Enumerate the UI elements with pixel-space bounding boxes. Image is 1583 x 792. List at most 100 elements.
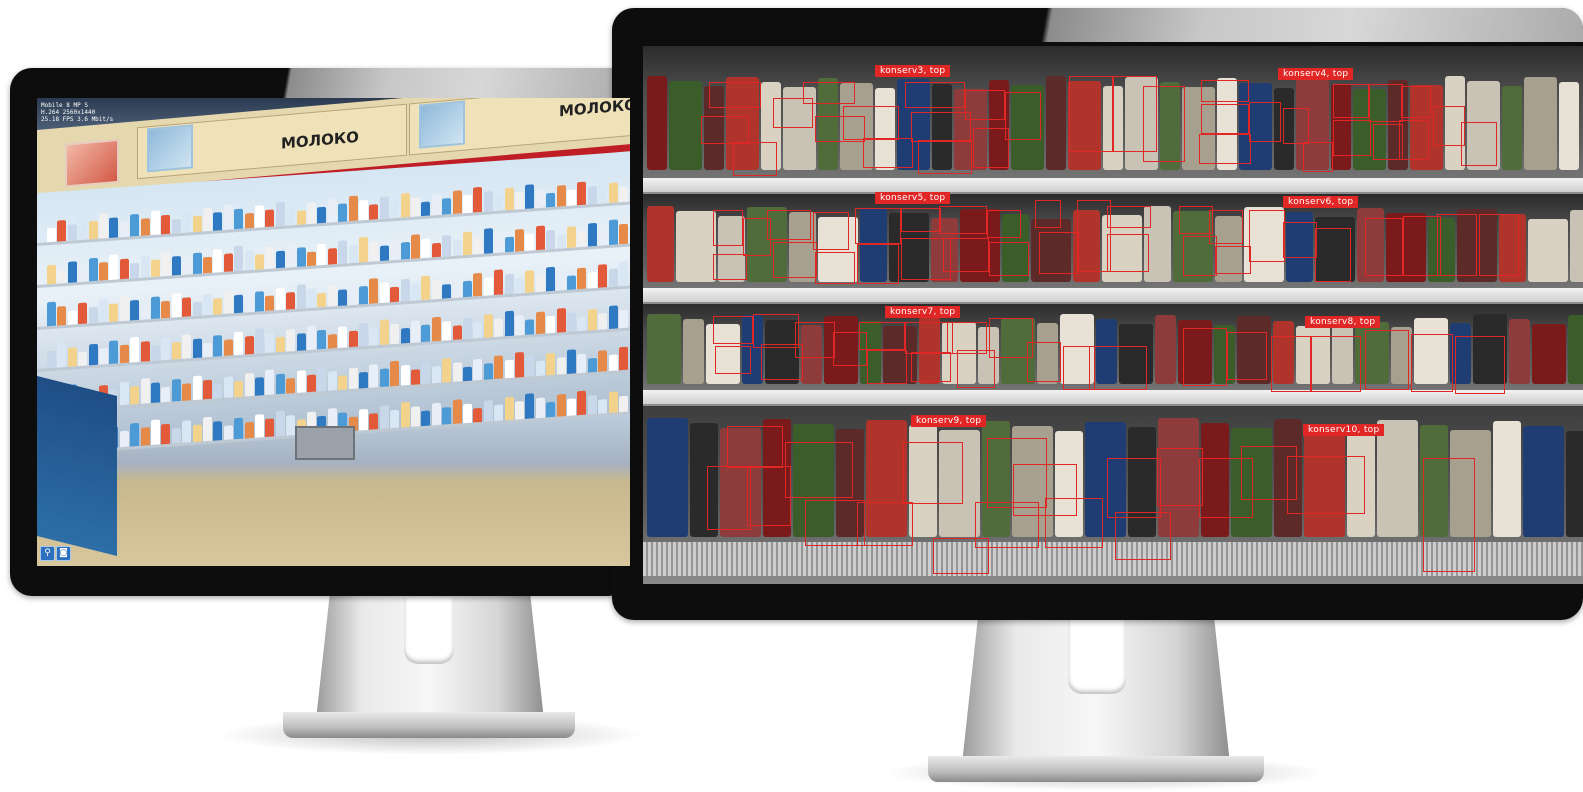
product-item — [431, 279, 441, 300]
right-detection-feed[interactable]: konserv3, top konserv4, top konserv5, to… — [643, 46, 1583, 584]
product-item — [390, 200, 400, 219]
product-item — [307, 251, 316, 267]
detection-box — [1107, 206, 1151, 228]
product-item — [546, 229, 556, 250]
product-item — [307, 374, 316, 393]
shelf-product — [676, 211, 716, 282]
detection-box — [1249, 102, 1281, 142]
product-item — [338, 203, 348, 222]
product-item — [119, 295, 129, 322]
product-item — [119, 258, 129, 280]
detection-label-konserv3: konserv3, top — [875, 65, 951, 77]
product-item — [88, 343, 98, 366]
product-item — [525, 184, 535, 209]
detection-box — [1249, 210, 1285, 262]
product-item — [535, 311, 545, 335]
camera-icon[interactable]: ◙ — [56, 546, 71, 561]
product-item — [442, 235, 452, 257]
product-item — [234, 208, 244, 230]
product-item — [78, 265, 88, 283]
product-item — [379, 196, 389, 220]
product-item — [109, 340, 119, 364]
product-item — [151, 345, 160, 362]
product-item — [47, 301, 56, 327]
product-item — [223, 376, 233, 398]
detection-box — [1183, 328, 1227, 386]
product-item — [515, 277, 524, 294]
product-item — [255, 377, 264, 396]
detection-box — [1283, 222, 1317, 258]
product-item — [140, 341, 150, 362]
shelf-product — [1046, 76, 1066, 170]
product-item — [598, 350, 608, 372]
detection-box — [1437, 214, 1477, 276]
product-item — [556, 357, 566, 375]
product-item — [463, 231, 472, 256]
detection-box — [1411, 334, 1453, 392]
product-item — [577, 230, 587, 248]
product-item — [483, 228, 493, 254]
product-item — [130, 299, 140, 321]
product-item — [400, 278, 410, 302]
detection-box — [987, 210, 1021, 238]
product-item — [400, 327, 410, 344]
product-item — [348, 195, 358, 222]
product-item — [286, 414, 296, 436]
product-item — [140, 378, 150, 404]
product-item — [244, 335, 254, 355]
product-item — [504, 273, 514, 295]
product-item — [598, 178, 608, 204]
product-item — [525, 233, 535, 251]
product-item — [109, 254, 119, 280]
right-stand-cable-hole — [1068, 620, 1126, 694]
product-item — [192, 252, 202, 275]
product-item — [119, 344, 129, 364]
product-item — [535, 274, 545, 293]
product-item — [567, 275, 576, 290]
detection-box — [1283, 108, 1309, 144]
product-item — [411, 283, 420, 301]
product-item — [78, 216, 88, 241]
shelf-product — [1568, 315, 1583, 384]
product-item — [577, 181, 587, 206]
product-item — [473, 235, 483, 255]
product-item — [463, 317, 472, 340]
detection-box — [1107, 458, 1161, 518]
product-item — [608, 391, 618, 414]
product-item — [192, 215, 202, 233]
person-icon[interactable]: ⚲ — [40, 546, 55, 561]
product-item — [598, 264, 608, 288]
product-item — [140, 304, 150, 320]
product-item — [473, 358, 483, 381]
product-item — [223, 339, 233, 356]
product-item — [161, 214, 171, 235]
detection-box — [727, 426, 783, 468]
product-item — [577, 316, 587, 332]
product-item — [598, 227, 608, 246]
product-item — [275, 287, 285, 311]
product-item — [182, 211, 192, 233]
detection-label-konserv10: konserv10, top — [1303, 424, 1385, 436]
promo-display-stand — [37, 376, 117, 556]
detection-box — [1201, 104, 1249, 134]
stream-info-line: 25.18 FPS 3.6 Mbit/s — [41, 116, 114, 123]
product-item — [619, 395, 628, 413]
detection-box — [1401, 86, 1431, 118]
product-item — [171, 218, 181, 234]
product-item — [307, 325, 316, 351]
product-item — [546, 315, 556, 334]
detection-box — [713, 254, 747, 280]
product-item — [556, 234, 566, 249]
product-item — [515, 191, 524, 210]
product-item — [182, 297, 192, 317]
shelf-product — [1528, 219, 1568, 282]
product-item — [400, 364, 410, 386]
product-item — [442, 198, 452, 215]
product-item — [515, 314, 524, 336]
product-item — [535, 360, 545, 377]
detection-box — [1365, 218, 1403, 276]
left-camera-feed[interactable]: МОЛОКО МОЛОКО Mobile 8 MP S H.264 2560x1… — [37, 98, 630, 566]
detection-box — [1089, 346, 1147, 390]
product-item — [515, 228, 524, 252]
product-item — [327, 248, 337, 265]
